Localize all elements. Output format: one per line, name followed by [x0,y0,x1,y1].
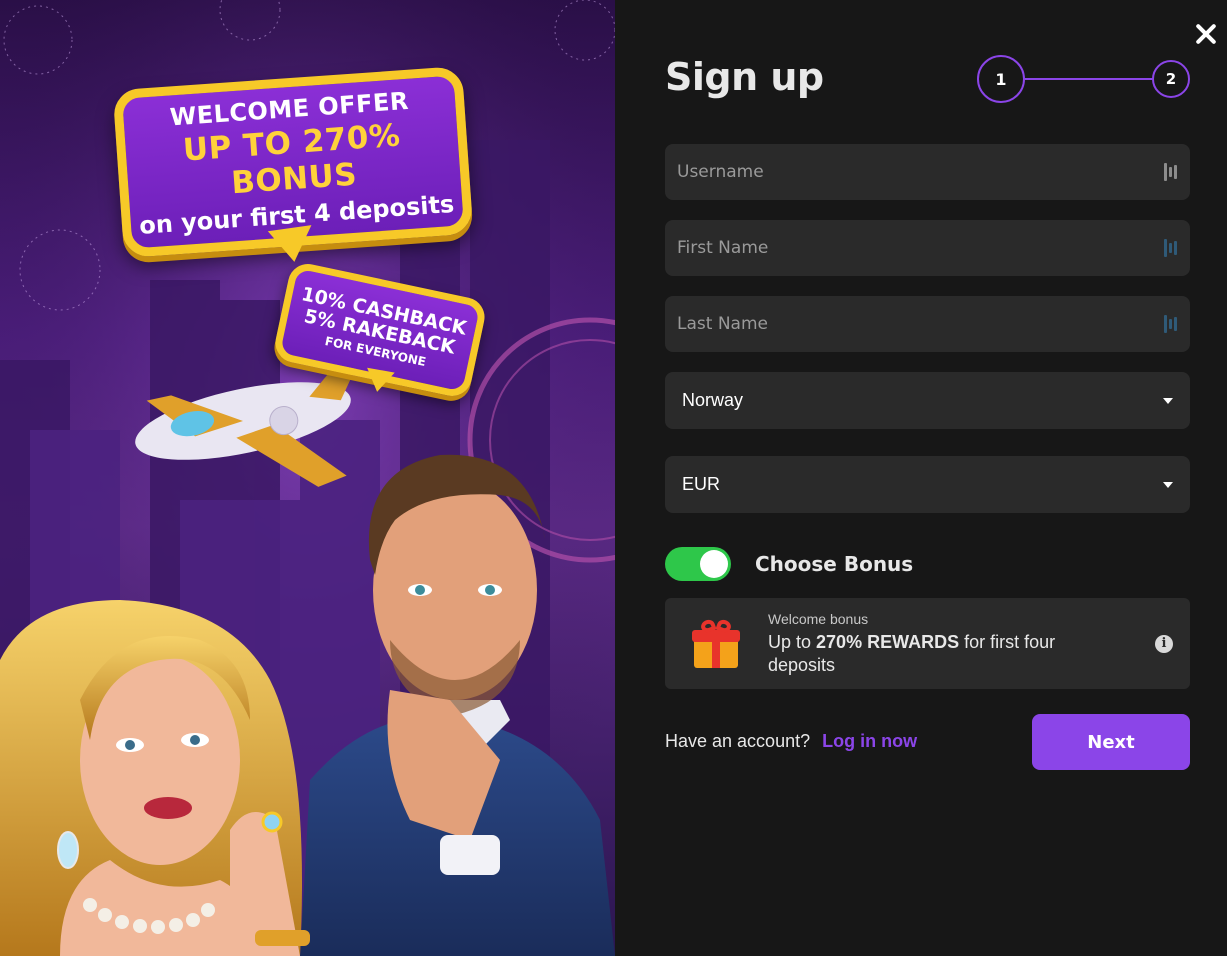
currency-select[interactable]: EUR [665,456,1190,513]
country-value: Norway [682,390,744,410]
bonus-caption: Welcome bonus [768,610,869,627]
welcome-bonus-card[interactable]: Welcome bonus Up to 270% REWARDS for fir… [665,598,1190,689]
bonus-toggle[interactable] [665,547,731,581]
step-1: 1 [977,55,1025,103]
password-manager-icon[interactable] [1164,239,1178,257]
signup-form-panel: Sign up 1 2 Norway EUR Choose Bonus [615,0,1227,956]
next-button[interactable]: Next [1032,714,1190,770]
step-indicator: 1 2 [977,55,1191,103]
promo-panel: WELCOME OFFER UP TO 270% BONUS on your f… [0,0,615,956]
last-name-field-wrapper [665,296,1190,352]
gift-icon [692,617,740,668]
username-field-wrapper [665,144,1190,200]
first-name-input[interactable] [677,238,1164,258]
step-connector [1025,78,1152,80]
bonus-toggle-row: Choose Bonus [665,547,913,581]
page-title: Sign up [665,55,824,99]
username-input[interactable] [677,162,1164,182]
login-prompt: Have an account? Log in now [665,731,917,752]
bonus-description: Up to 270% REWARDS for first four deposi… [768,631,1056,675]
chevron-down-icon [1163,481,1173,488]
password-manager-icon[interactable] [1164,163,1178,181]
account-question: Have an account? [665,731,811,751]
login-link[interactable]: Log in now [822,731,917,752]
close-icon[interactable] [1194,22,1218,46]
bonus-toggle-label: Choose Bonus [755,552,914,576]
country-select[interactable]: Norway [665,372,1190,429]
info-icon[interactable]: i [1155,634,1173,653]
cashback-bubble-tail [363,367,395,395]
step-2: 2 [1152,60,1190,98]
currency-value: EUR [682,474,721,494]
last-name-input[interactable] [677,314,1164,334]
toggle-knob [700,550,728,578]
first-name-field-wrapper [665,220,1190,276]
welcome-offer-bubble-tail [267,225,317,265]
chevron-down-icon [1163,397,1173,404]
bonus-text: Welcome bonus Up to 270% REWARDS for fir… [768,611,1155,677]
password-manager-icon[interactable] [1164,315,1178,333]
